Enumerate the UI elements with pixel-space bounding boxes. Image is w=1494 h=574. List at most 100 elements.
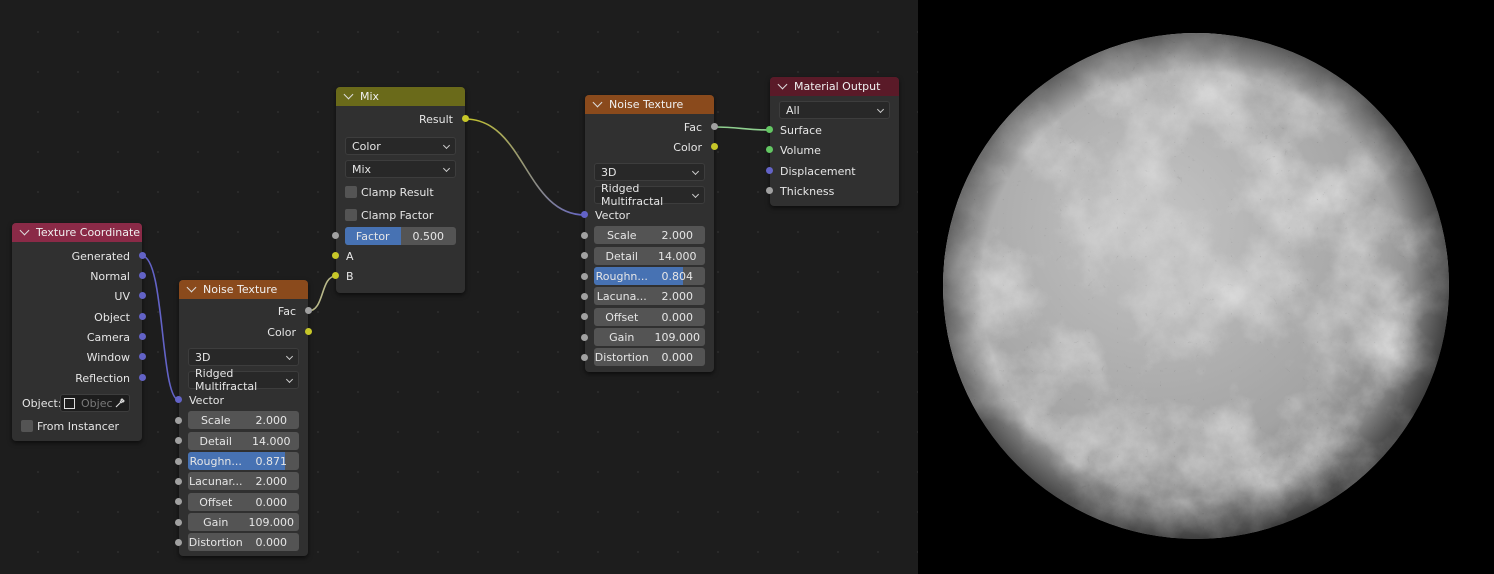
socket-icon[interactable] xyxy=(175,478,182,485)
field-value: 0.000 xyxy=(255,495,288,509)
socket-label: B xyxy=(346,269,354,283)
dimensions-dropdown[interactable]: 3D xyxy=(594,163,705,181)
scale-field[interactable]: Scale 2.000 xyxy=(188,411,299,429)
object-picker-field[interactable]: Objec xyxy=(60,394,130,412)
socket-icon[interactable] xyxy=(139,292,146,299)
node-header[interactable]: Noise Texture xyxy=(585,95,714,114)
data-type-dropdown[interactable]: Color xyxy=(345,137,456,155)
socket-icon[interactable] xyxy=(175,458,182,465)
gain-field[interactable]: Gain 109.000 xyxy=(188,513,299,531)
socket-icon[interactable] xyxy=(332,252,339,259)
offset-field[interactable]: Offset 0.000 xyxy=(188,493,299,511)
node-title: Noise Texture xyxy=(609,98,684,111)
chevron-down-icon xyxy=(691,167,700,176)
collapse-chevron-icon[interactable] xyxy=(777,79,788,90)
socket-icon[interactable] xyxy=(139,333,146,340)
socket-icon[interactable] xyxy=(462,115,469,122)
socket-icon[interactable] xyxy=(711,123,718,130)
material-output-node[interactable]: Material Output All Surface Volume Displ… xyxy=(766,77,899,206)
dropdown-value: Mix xyxy=(352,162,372,176)
socket-icon[interactable] xyxy=(305,307,312,314)
socket-icon[interactable] xyxy=(581,334,588,341)
mix-node[interactable]: Mix Result Color Mix Clamp Result Clamp … xyxy=(332,87,469,293)
from-instancer-checkbox[interactable]: From Instancer xyxy=(21,417,119,435)
socket-icon[interactable] xyxy=(175,519,182,526)
field-value: 109.000 xyxy=(248,515,295,529)
socket-label: Fac xyxy=(683,120,702,134)
checkbox-box[interactable] xyxy=(345,186,357,198)
socket-icon[interactable] xyxy=(581,232,588,239)
dimensions-dropdown[interactable]: 3D xyxy=(188,348,299,366)
scale-field[interactable]: Scale 2.000 xyxy=(594,226,705,244)
socket-icon[interactable] xyxy=(175,539,182,546)
socket-icon[interactable] xyxy=(581,354,588,361)
noise-texture-node-2[interactable]: Noise Texture Fac Color 3D Ridged Multif… xyxy=(581,95,718,372)
texture-coordinate-node[interactable]: Texture Coordinate Generated Normal UV O… xyxy=(12,223,146,441)
field-label: Offset xyxy=(605,310,639,324)
lacunarity-field[interactable]: Lacunar... 2.000 xyxy=(188,472,299,490)
socket-icon[interactable] xyxy=(175,498,182,505)
socket-label: UV xyxy=(114,289,130,303)
offset-field[interactable]: Offset 0.000 xyxy=(594,308,705,326)
socket-icon[interactable] xyxy=(766,167,773,174)
noise-type-dropdown[interactable]: Ridged Multifractal xyxy=(594,182,705,208)
render-viewport[interactable] xyxy=(918,0,1494,574)
input-a: A xyxy=(332,246,465,266)
socket-label: Vector xyxy=(189,393,225,407)
socket-icon[interactable] xyxy=(332,232,339,239)
node-editor[interactable]: Texture Coordinate Generated Normal UV O… xyxy=(0,0,918,574)
target-dropdown[interactable]: All xyxy=(779,101,890,119)
socket-icon[interactable] xyxy=(581,313,588,320)
clamp-factor-checkbox[interactable]: Clamp Factor xyxy=(345,206,433,224)
socket-icon[interactable] xyxy=(139,313,146,320)
collapse-chevron-icon[interactable] xyxy=(186,282,197,293)
socket-icon[interactable] xyxy=(139,353,146,360)
field-label: Lacuna... xyxy=(596,289,647,303)
socket-icon[interactable] xyxy=(766,126,773,133)
socket-icon[interactable] xyxy=(139,272,146,279)
socket-icon[interactable] xyxy=(581,211,588,218)
socket-icon[interactable] xyxy=(139,374,146,381)
distortion-field[interactable]: Distortion 0.000 xyxy=(188,533,299,551)
socket-icon[interactable] xyxy=(175,417,182,424)
field-value: 0.000 xyxy=(661,310,694,324)
detail-field[interactable]: Detail 14.000 xyxy=(594,247,705,265)
clamp-result-checkbox[interactable]: Clamp Result xyxy=(345,183,434,201)
node-header[interactable]: Noise Texture xyxy=(179,280,308,299)
node-header[interactable]: Mix xyxy=(336,87,465,106)
blend-mode-dropdown[interactable]: Mix xyxy=(345,160,456,178)
socket-label: Generated xyxy=(71,249,130,263)
socket-icon[interactable] xyxy=(175,437,182,444)
socket-icon[interactable] xyxy=(332,272,339,279)
node-header[interactable]: Material Output xyxy=(770,77,899,96)
socket-icon[interactable] xyxy=(305,328,312,335)
socket-icon[interactable] xyxy=(581,273,588,280)
detail-field[interactable]: Detail 14.000 xyxy=(188,432,299,450)
eyedropper-icon[interactable] xyxy=(115,398,125,408)
factor-slider[interactable]: Factor 0.500 xyxy=(345,227,456,245)
noise-texture-node-1[interactable]: Noise Texture Fac Color 3D Ridged Multif… xyxy=(175,280,312,556)
socket-label: Window xyxy=(86,350,130,364)
collapse-chevron-icon[interactable] xyxy=(592,97,603,108)
lacunarity-field[interactable]: Lacuna... 2.000 xyxy=(594,287,705,305)
collapse-chevron-icon[interactable] xyxy=(343,89,354,100)
socket-icon[interactable] xyxy=(766,146,773,153)
socket-icon[interactable] xyxy=(581,252,588,259)
dropdown-value: All xyxy=(786,103,800,117)
gain-field[interactable]: Gain 109.000 xyxy=(594,328,705,346)
noise-type-dropdown[interactable]: Ridged Multifractal xyxy=(188,367,299,393)
distortion-field[interactable]: Distortion 0.000 xyxy=(594,348,705,366)
output-result: Result xyxy=(336,109,469,129)
checkbox-box[interactable] xyxy=(345,209,357,221)
node-header[interactable]: Texture Coordinate xyxy=(12,223,142,242)
collapse-chevron-icon[interactable] xyxy=(19,225,30,236)
checkbox-box[interactable] xyxy=(21,420,33,432)
socket-icon[interactable] xyxy=(581,293,588,300)
socket-icon[interactable] xyxy=(175,396,182,403)
roughness-slider[interactable]: Roughn... 0.871 xyxy=(188,452,299,470)
socket-icon[interactable] xyxy=(766,187,773,194)
field-value: 109.000 xyxy=(654,330,701,344)
socket-icon[interactable] xyxy=(139,252,146,259)
socket-icon[interactable] xyxy=(711,143,718,150)
roughness-slider[interactable]: Roughn... 0.804 xyxy=(594,267,705,285)
